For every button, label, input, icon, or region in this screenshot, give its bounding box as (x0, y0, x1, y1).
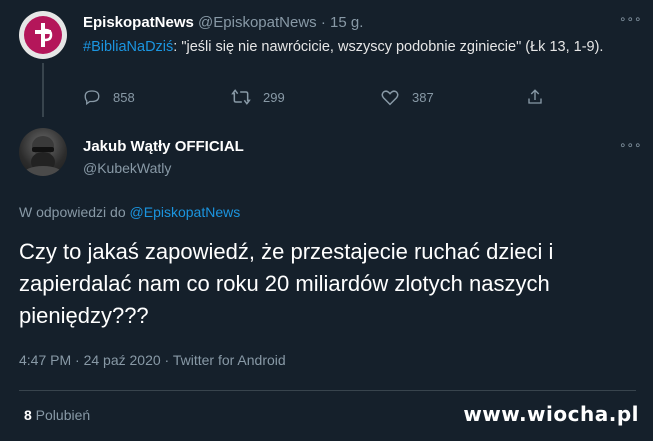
tweet2-meta[interactable]: 4:47 PM · 24 paź 2020 · Twitter for Andr… (19, 352, 286, 368)
like-button[interactable]: 387 (380, 88, 434, 106)
like-count: 387 (412, 89, 434, 105)
tweet1-time[interactable]: 15 g. (330, 14, 363, 31)
share-icon (528, 89, 542, 104)
like-icon (381, 90, 399, 106)
tweet2-author-handle[interactable]: @KubekWatly (83, 160, 171, 176)
tweet2-author-name[interactable]: Jakub Wątły OFFICIAL (83, 138, 244, 155)
cross-logo-icon (24, 16, 62, 54)
likes-label: Polubień (31, 407, 91, 423)
reply-context-prefix: W odpowiedzi do (19, 204, 130, 220)
reply-context: W odpowiedzi do @EpiskopatNews (19, 204, 240, 220)
tweet2-text: Czy to jakaś zapowiedź, że przestajecie … (19, 239, 554, 328)
reply-count: 858 (113, 89, 135, 105)
jakub-avatar[interactable] (19, 128, 67, 176)
more-icon[interactable]: ∘∘∘ (619, 12, 642, 26)
episkopat-avatar[interactable] (19, 11, 67, 59)
more-icon[interactable]: ∘∘∘ (619, 138, 642, 152)
tweet1-text: #BibliaNaDziś: "jeśli się nie nawrócicie… (83, 38, 623, 57)
watermark: www.wiocha.pl (463, 402, 639, 426)
share-button[interactable] (526, 88, 556, 106)
tweet1-separator: · (320, 14, 326, 31)
tweet1-hashtag[interactable]: #BibliaNaDziś (83, 39, 173, 55)
retweet-icon (231, 89, 251, 105)
tweet1-author-handle[interactable]: @EpiskopatNews (198, 14, 317, 31)
tweet1-body: : "jeśli się nie nawrócicie, wszyscy pod… (173, 39, 604, 55)
tweet1-actions: 858 299 387 (83, 88, 583, 110)
reply-icon (84, 90, 100, 106)
retweet-button[interactable]: 299 (231, 88, 285, 106)
likes-count: 8 (24, 407, 32, 423)
thread-connector (42, 63, 44, 117)
divider (19, 390, 636, 391)
reply-to-link[interactable]: @EpiskopatNews (130, 204, 241, 220)
tweet1-author-name[interactable]: EpiskopatNews (83, 14, 194, 31)
tweet1-header: EpiskopatNews @EpiskopatNews · 15 g. (83, 14, 363, 31)
likes-summary[interactable]: 8 Polubień (24, 407, 90, 423)
reply-button[interactable]: 858 (83, 88, 135, 106)
retweet-count: 299 (263, 89, 285, 105)
